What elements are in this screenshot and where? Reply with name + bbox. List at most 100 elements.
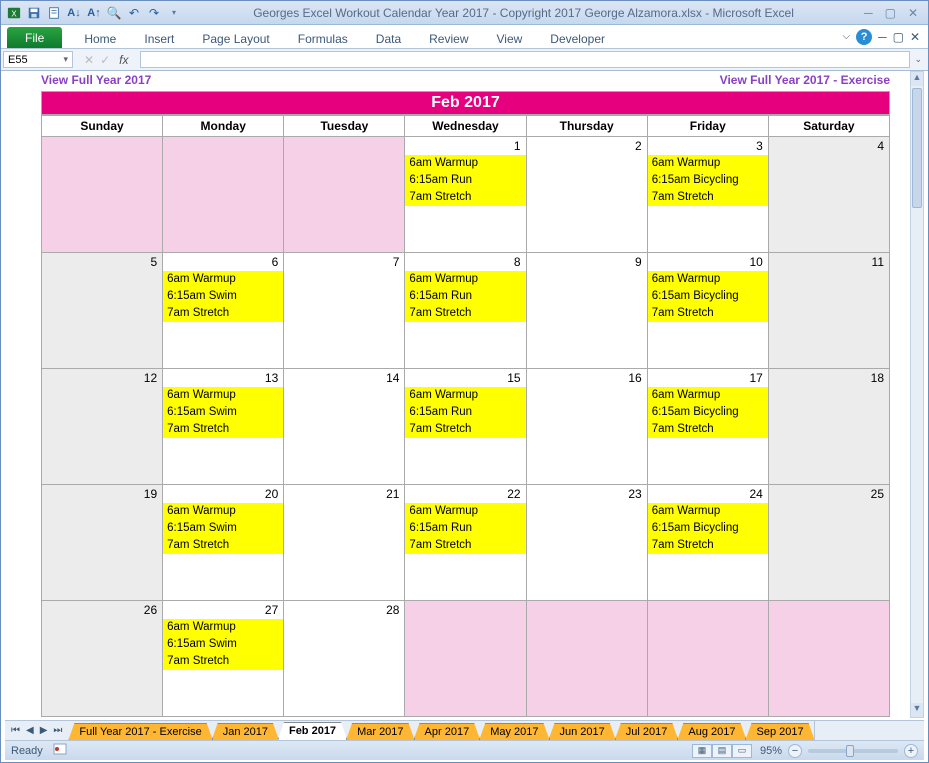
name-box[interactable]: E55 ▾ bbox=[3, 51, 73, 68]
calendar-cell[interactable]: 21 bbox=[284, 485, 405, 601]
calendar-cell[interactable] bbox=[526, 601, 647, 717]
calendar-cell[interactable]: 66am Warmup6:15am Swim7am Stretch bbox=[163, 253, 284, 369]
calendar-cell[interactable]: 16 bbox=[526, 369, 647, 485]
link-full-year-exercise[interactable]: View Full Year 2017 - Exercise bbox=[720, 73, 890, 87]
calendar-cell[interactable]: 86am Warmup6:15am Run7am Stretch bbox=[405, 253, 526, 369]
name-box-dropdown-icon[interactable]: ▾ bbox=[63, 54, 68, 65]
scroll-down-icon[interactable]: ▼ bbox=[911, 703, 923, 717]
sheet-tab[interactable]: May 2017 bbox=[479, 723, 549, 740]
view-normal-icon[interactable]: ▦ bbox=[692, 744, 712, 758]
sort-asc-icon[interactable]: A↓ bbox=[65, 4, 83, 22]
ribbon-tab-data[interactable]: Data bbox=[362, 25, 415, 48]
view-layout-icon[interactable]: ▤ bbox=[712, 744, 732, 758]
zoom-out-button[interactable]: − bbox=[788, 744, 802, 758]
calendar-cell[interactable]: 246am Warmup6:15am Bicycling7am Stretch bbox=[647, 485, 768, 601]
print-preview-icon[interactable] bbox=[45, 4, 63, 22]
calendar-cell[interactable]: 106am Warmup6:15am Bicycling7am Stretch bbox=[647, 253, 768, 369]
redo-icon[interactable]: ↷ bbox=[145, 4, 163, 22]
zoom-in-button[interactable]: + bbox=[904, 744, 918, 758]
sheet-nav-prev-icon[interactable]: ◀ bbox=[24, 725, 36, 736]
sheet-tab[interactable]: Jun 2017 bbox=[549, 723, 616, 740]
calendar-cell[interactable]: 25 bbox=[768, 485, 889, 601]
ribbon-min-caret-icon[interactable]: ⌵ bbox=[842, 31, 850, 42]
sheet-tab[interactable]: Jan 2017 bbox=[212, 723, 279, 740]
calendar-cell[interactable]: 276am Warmup6:15am Swim7am Stretch bbox=[163, 601, 284, 717]
formula-input[interactable] bbox=[140, 51, 910, 68]
sheet-tab[interactable]: Sep 2017 bbox=[745, 723, 813, 740]
calendar-cell[interactable]: 16am Warmup6:15am Run7am Stretch bbox=[405, 137, 526, 253]
sheet-tab[interactable]: Aug 2017 bbox=[677, 723, 746, 740]
calendar-cell[interactable] bbox=[768, 601, 889, 717]
calendar-cell[interactable] bbox=[42, 137, 163, 253]
workbook-minimize-icon[interactable]: ─ bbox=[878, 30, 887, 44]
help-icon[interactable]: ? bbox=[856, 29, 872, 45]
horizontal-scrollbar[interactable] bbox=[814, 721, 924, 740]
calendar-cell[interactable]: 176am Warmup6:15am Bicycling7am Stretch bbox=[647, 369, 768, 485]
find-icon[interactable]: 🔍 bbox=[105, 4, 123, 22]
maximize-button[interactable]: ▢ bbox=[885, 6, 896, 20]
qat-dropdown-icon[interactable]: ▾ bbox=[165, 4, 183, 22]
calendar-cell[interactable]: 23 bbox=[526, 485, 647, 601]
scroll-thumb[interactable] bbox=[912, 88, 922, 208]
link-full-year[interactable]: View Full Year 2017 bbox=[41, 73, 151, 87]
sheet-tab[interactable]: Feb 2017 bbox=[278, 722, 347, 740]
calendar-cell[interactable] bbox=[647, 601, 768, 717]
minimize-button[interactable]: ─ bbox=[864, 6, 873, 20]
ribbon-tab-home[interactable]: Home bbox=[70, 25, 130, 48]
calendar-cell[interactable]: 2 bbox=[526, 137, 647, 253]
calendar-cell[interactable] bbox=[405, 601, 526, 717]
fx-label[interactable]: fx bbox=[113, 53, 134, 67]
workbook-close-icon[interactable]: ✕ bbox=[910, 30, 920, 44]
sheet-nav-last-icon[interactable]: ⏭ bbox=[51, 725, 64, 736]
ribbon-tab-review[interactable]: Review bbox=[415, 25, 482, 48]
calendar-cell[interactable]: 206am Warmup6:15am Swim7am Stretch bbox=[163, 485, 284, 601]
calendar-cell[interactable]: 11 bbox=[768, 253, 889, 369]
calendar-cell[interactable]: 14 bbox=[284, 369, 405, 485]
ribbon-tab-view[interactable]: View bbox=[483, 25, 537, 48]
undo-icon[interactable]: ↶ bbox=[125, 4, 143, 22]
calendar-cell[interactable]: 36am Warmup6:15am Bicycling7am Stretch bbox=[647, 137, 768, 253]
sheet-tab[interactable]: Mar 2017 bbox=[346, 723, 414, 740]
sheet-tab[interactable]: Apr 2017 bbox=[414, 723, 481, 740]
ribbon-tab-page-layout[interactable]: Page Layout bbox=[188, 25, 283, 48]
sheet-nav-first-icon[interactable]: ⏮ bbox=[9, 725, 22, 736]
calendar-cell[interactable]: 226am Warmup6:15am Run7am Stretch bbox=[405, 485, 526, 601]
close-button[interactable]: ✕ bbox=[908, 6, 918, 20]
calendar-cell[interactable]: 9 bbox=[526, 253, 647, 369]
fx-enter-icon[interactable]: ✓ bbox=[97, 53, 113, 67]
event-item: 7am Stretch bbox=[405, 189, 525, 206]
calendar-cell[interactable]: 26 bbox=[42, 601, 163, 717]
file-tab[interactable]: File bbox=[7, 27, 62, 48]
calendar-cell[interactable]: 5 bbox=[42, 253, 163, 369]
calendar-cell[interactable]: 7 bbox=[284, 253, 405, 369]
ribbon-tab-formulas[interactable]: Formulas bbox=[284, 25, 362, 48]
calendar-cell[interactable]: 136am Warmup6:15am Swim7am Stretch bbox=[163, 369, 284, 485]
calendar-cell[interactable]: 4 bbox=[768, 137, 889, 253]
sheet-tab[interactable]: Full Year 2017 - Exercise bbox=[68, 723, 212, 740]
event-item: 7am Stretch bbox=[163, 421, 283, 438]
calendar-cell[interactable]: 19 bbox=[42, 485, 163, 601]
calendar-cell[interactable]: 156am Warmup6:15am Run7am Stretch bbox=[405, 369, 526, 485]
ribbon-tab-insert[interactable]: Insert bbox=[130, 25, 188, 48]
sort-desc-icon[interactable]: A↑ bbox=[85, 4, 103, 22]
sheet-tab[interactable]: Jul 2017 bbox=[615, 723, 679, 740]
calendar-cell[interactable] bbox=[163, 137, 284, 253]
fx-cancel-icon[interactable]: ✕ bbox=[81, 53, 97, 67]
calendar-cell[interactable]: 28 bbox=[284, 601, 405, 717]
workbook-restore-icon[interactable]: ▢ bbox=[893, 30, 904, 44]
calendar-cell[interactable]: 12 bbox=[42, 369, 163, 485]
sheet-nav-next-icon[interactable]: ▶ bbox=[38, 725, 50, 736]
calendar-cell[interactable]: 18 bbox=[768, 369, 889, 485]
formula-expand-icon[interactable]: ⌄ bbox=[914, 49, 922, 65]
zoom-slider[interactable] bbox=[808, 749, 898, 753]
event-item: 7am Stretch bbox=[163, 537, 283, 554]
ribbon-tab-developer[interactable]: Developer bbox=[536, 25, 619, 48]
zoom-level[interactable]: 95% bbox=[760, 745, 782, 757]
vertical-scrollbar[interactable]: ▲ ▼ bbox=[910, 71, 924, 718]
zoom-slider-thumb[interactable] bbox=[846, 745, 854, 757]
save-icon[interactable] bbox=[25, 4, 43, 22]
calendar-cell[interactable] bbox=[284, 137, 405, 253]
scroll-up-icon[interactable]: ▲ bbox=[911, 72, 923, 86]
view-pagebreak-icon[interactable]: ▭ bbox=[732, 744, 752, 758]
macro-record-icon[interactable] bbox=[53, 743, 67, 758]
